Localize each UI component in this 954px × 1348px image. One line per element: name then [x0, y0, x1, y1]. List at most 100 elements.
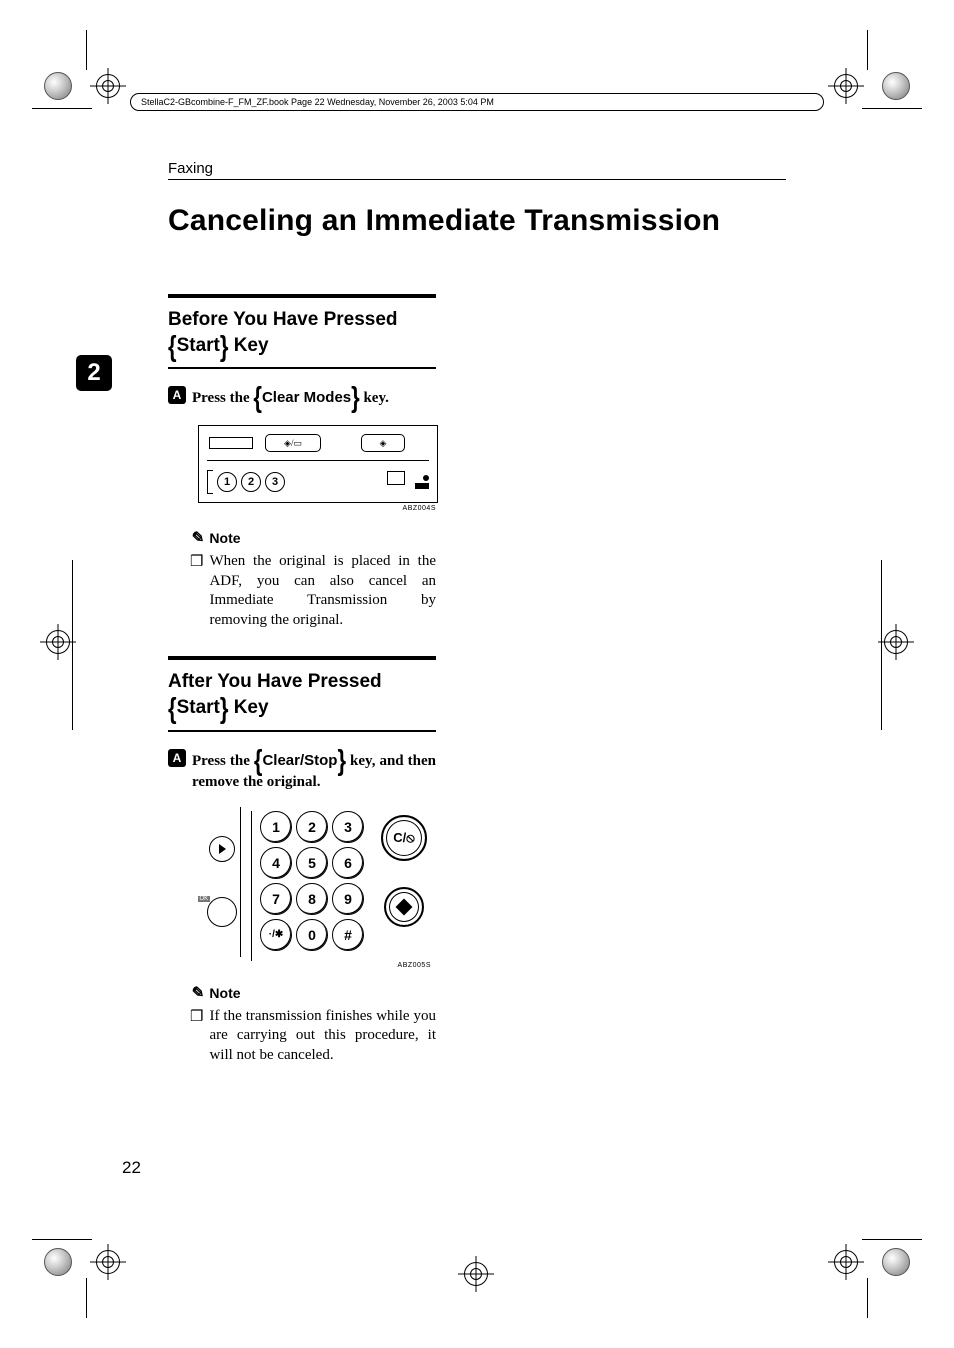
section-heading: Before You Have Pressed {Start} Key [168, 298, 436, 367]
bracket-open-icon: { [253, 381, 262, 415]
reg-mark-icon [40, 68, 76, 104]
reg-mark-icon [878, 1244, 914, 1280]
step-text: Press the {Clear/Stop} key, and then rem… [192, 748, 436, 791]
start-ring-icon [384, 887, 424, 927]
step-number-badge: A [168, 386, 186, 404]
step-text: Press the {Clear Modes} key. [192, 385, 389, 411]
note-text: When the original is placed in the ADF, … [209, 552, 436, 630]
note-label: Note [209, 985, 240, 1001]
clear-stop-ring-icon: C/⦸ [381, 815, 427, 861]
keypad-grid: 1 2 3 4 5 6 7 8 9 ·/✱ 0 # [260, 811, 367, 951]
figure-control-panel: ◈/▭ ◈ 1 2 3 ABZ004S [198, 425, 438, 512]
keypad-key: 2 [296, 811, 328, 843]
doc-source-text: StellaC2-GBcombine-F_FM_ZF.book Page 22 … [141, 97, 494, 107]
keypad-key: 0 [296, 919, 328, 951]
key-name: Start [177, 697, 220, 718]
keypad-key: 5 [296, 847, 328, 879]
reg-target-icon [882, 628, 910, 656]
quick-key-icon: 2 [241, 472, 261, 492]
reg-target-icon [832, 72, 860, 100]
heading-line1: After You Have Pressed [168, 671, 382, 692]
crop-line [86, 1278, 87, 1318]
reg-target-icon [94, 72, 122, 100]
keypad-key: 3 [332, 811, 364, 843]
reg-target-icon [832, 1248, 860, 1276]
note-body: ❒ When the original is placed in the ADF… [190, 552, 436, 630]
figure-caption: ABZ005S [398, 962, 433, 969]
reg-target-icon [94, 1248, 122, 1276]
diamond-icon [396, 898, 413, 915]
running-header: Faxing [168, 160, 786, 177]
reg-target-icon [462, 1260, 490, 1288]
crop-line [72, 560, 73, 730]
note-body: ❒ If the transmission finishes while you… [190, 1007, 436, 1066]
page-number: 22 [122, 1158, 141, 1178]
crop-line [86, 30, 87, 70]
figure-keypad: OK 1 2 3 4 5 6 7 8 9 ·/✱ 0 # C/⦸ [203, 807, 433, 967]
key-name: Start [177, 335, 220, 356]
bracket-open-icon: { [254, 744, 263, 778]
reg-target-icon [44, 628, 72, 656]
chapter-number: 2 [87, 359, 100, 387]
paper-icon [387, 471, 405, 485]
quick-key-icon: 3 [265, 472, 285, 492]
bracket-close-icon: } [337, 744, 346, 778]
reg-mark-icon [878, 68, 914, 104]
keypad-key: 4 [260, 847, 292, 879]
bracket-open-icon: { [168, 328, 177, 365]
keypad-key: 1 [260, 811, 292, 843]
crop-line [867, 30, 868, 70]
bullet-icon: ❒ [190, 1007, 203, 1066]
keypad-key: 9 [332, 883, 364, 915]
quick-key-icon: 1 [217, 472, 237, 492]
crop-line [881, 560, 882, 730]
bracket-close-icon: } [351, 381, 360, 415]
crop-line [862, 108, 922, 109]
indicator-icon [415, 483, 429, 489]
divider [168, 367, 436, 369]
crop-line [867, 1278, 868, 1318]
bracket-open-icon: { [168, 691, 177, 728]
reg-mark-icon [40, 1244, 76, 1280]
heading-line1: Before You Have Pressed [168, 309, 398, 330]
keypad-key: ·/✱ [260, 919, 292, 951]
figure-caption: ABZ004S [198, 505, 438, 512]
led-icon [423, 475, 429, 481]
bullet-icon: ❒ [190, 552, 203, 630]
keypad-key: 7 [260, 883, 292, 915]
keypad-key: 8 [296, 883, 328, 915]
bracket-close-icon: } [220, 691, 229, 728]
step-1: A Press the {Clear/Stop} key, and then r… [168, 748, 436, 791]
clear-stop-label: C/⦸ [393, 830, 414, 846]
crop-line [32, 1239, 92, 1240]
step-1: A Press the {Clear Modes} key. [168, 385, 436, 411]
ok-label: OK [198, 896, 211, 902]
divider [168, 179, 786, 180]
section-after: After You Have Pressed {Start} Key [168, 656, 436, 729]
chapter-tab: 2 [76, 355, 112, 391]
note-label: Note [209, 530, 240, 546]
note-heading: ✎ Note [190, 528, 786, 548]
ok-ring-icon: OK [207, 897, 237, 927]
heading-suffix: Key [228, 697, 268, 718]
divider [168, 730, 436, 732]
page-title: Canceling an Immediate Transmission [168, 204, 786, 238]
crop-line [862, 1239, 922, 1240]
note-text: If the transmission finishes while you a… [209, 1007, 436, 1066]
section-before: Before You Have Pressed {Start} Key [168, 294, 436, 367]
clear-modes-button-icon: ◈/▭ [265, 434, 321, 452]
pencil-icon: ✎ [188, 982, 205, 1004]
page-content: Faxing Canceling an Immediate Transmissi… [168, 160, 786, 1238]
start-button-icon: ◈ [361, 434, 405, 452]
lcd-icon [209, 437, 253, 449]
heading-suffix: Key [228, 335, 268, 356]
note-heading: ✎ Note [190, 983, 786, 1003]
step-number-badge: A [168, 749, 186, 767]
bracket-close-icon: } [220, 328, 229, 365]
keypad-key: 6 [332, 847, 364, 879]
pencil-icon: ✎ [188, 527, 205, 549]
nav-play-icon [209, 836, 235, 862]
keypad-key: # [332, 919, 364, 951]
section-heading: After You Have Pressed {Start} Key [168, 660, 436, 729]
doc-source-header: StellaC2-GBcombine-F_FM_ZF.book Page 22 … [130, 93, 824, 111]
